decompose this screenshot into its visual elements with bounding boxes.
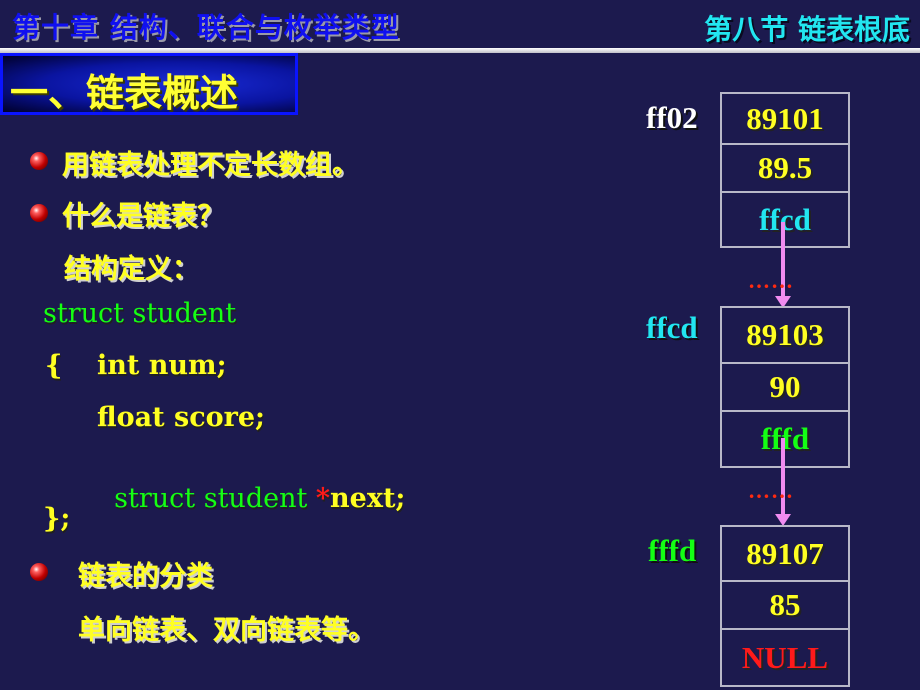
code-open-brace: {	[45, 350, 63, 381]
bullet-icon	[30, 152, 48, 170]
node-num: 89103	[746, 317, 824, 352]
node-score: 89.5	[722, 143, 848, 191]
code-close-brace: };	[43, 503, 71, 534]
node-next: ffcd	[722, 191, 848, 246]
ellipsis-dots: ……	[748, 268, 794, 293]
node-address-2: ffcd	[646, 310, 698, 345]
node-address-1: ff02	[646, 100, 698, 135]
chapter-title: 第十章 结构、联合与枚举类型	[12, 11, 400, 44]
classification-detail: 单向链表、双向链表等。	[78, 615, 375, 646]
bullet-text-1: 用链表处理不定长数组。	[62, 150, 359, 181]
node-num: 89101	[746, 100, 824, 136]
list-node-3: 89107 85 NULL	[720, 525, 850, 687]
section-title: 第八节 链表根底	[704, 13, 910, 46]
ellipsis-dots: ……	[748, 478, 794, 503]
classification-title: 链表的分类	[78, 561, 213, 592]
node-next: fffd	[722, 410, 848, 466]
struct-definition-label: 结构定义：	[64, 254, 199, 285]
node-num: 89107	[746, 535, 824, 571]
bullet-icon	[30, 204, 48, 222]
code-line-struct: struct student	[43, 298, 237, 329]
bullet-text-2: 什么是链表？	[62, 201, 224, 232]
code-line-num: int num;	[97, 350, 227, 381]
node-score: 90	[722, 362, 848, 410]
list-node-1: 89101 89.5 ffcd	[720, 92, 850, 248]
heading-title: 一、链表概述	[10, 71, 239, 115]
code-type: struct student	[114, 483, 316, 514]
pointer-star: *	[315, 483, 331, 514]
node-next-null: NULL	[722, 628, 848, 685]
node-address-3: fffd	[648, 533, 697, 568]
code-field-next: next;	[330, 483, 406, 514]
list-node-2: 89103 90 fffd	[720, 306, 850, 468]
node-score: 85	[722, 580, 848, 628]
code-line-score: float score;	[97, 402, 266, 433]
bullet-icon	[30, 563, 48, 581]
code-line-next: struct student *next;	[97, 452, 405, 514]
